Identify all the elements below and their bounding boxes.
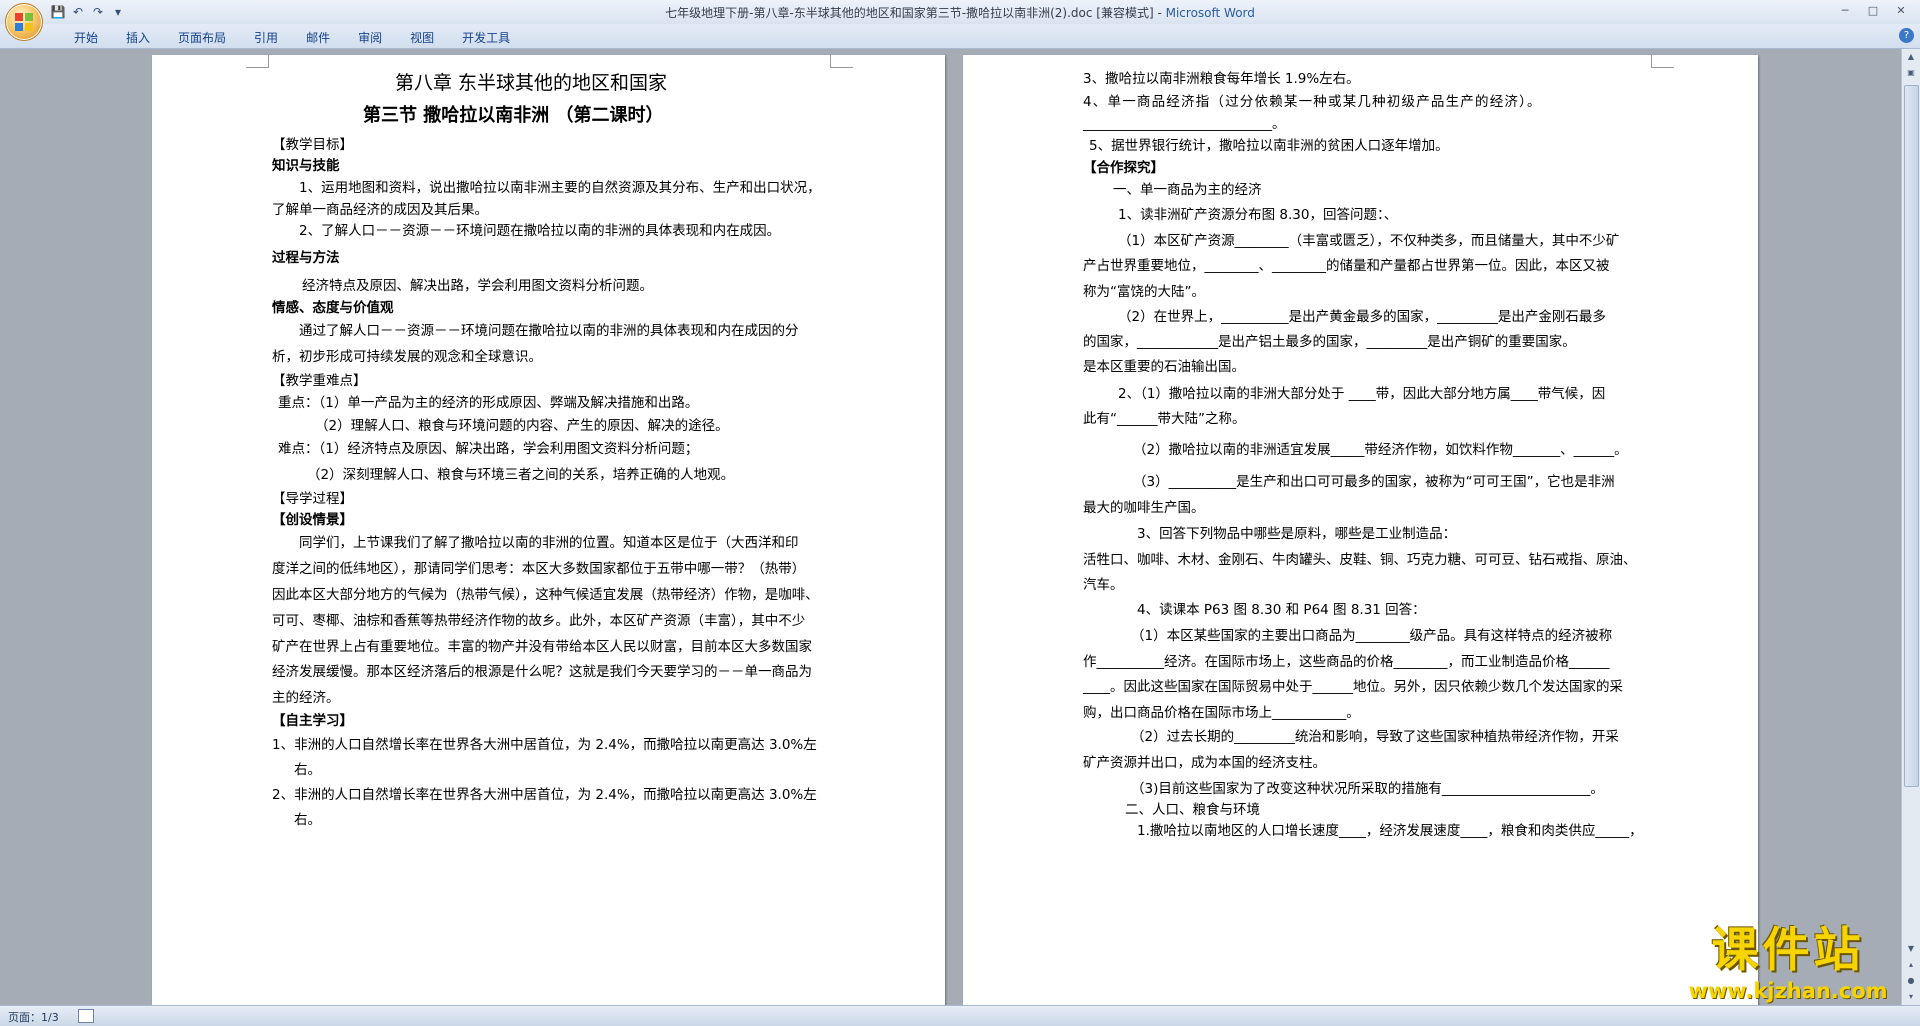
text-line: 3、回答下列物品中哪些是原料，哪些是工业制造品： [1137, 526, 1457, 542]
text-line: 1、读非洲矿产资源分布图 8.30，回答问题：、 [1118, 207, 1398, 223]
text-line: 一、单一商品为主的经济 [1113, 182, 1262, 198]
heading-scenario: 【创设情景】 [272, 512, 353, 528]
text-line: 同学们，上节课我们了解了撒哈拉以南的非洲的位置。知道本区是位于（大西洋和印 [299, 535, 799, 551]
text-line: （2）过去长期的_________统治和影响，导致了这些国家种植热带经济作物，开… [1131, 729, 1619, 745]
text-line: 右。 [294, 812, 321, 828]
text-line: 矿产在世界上占有重要地位。丰富的物产并没有带给本区人民以财富，目前本区大多数国家 [272, 639, 812, 655]
watermark-logo: 课件站 www.kjzhan.com [1668, 922, 1908, 1002]
text-line: 析，初步形成可持续发展的观念和全球意识。 [272, 349, 542, 365]
heading-key-points: 【教学重难点】 [272, 373, 367, 389]
text-line: 主的经济。 [272, 690, 340, 706]
window-controls: ─ □ ✕ [1832, 2, 1914, 20]
text-line: 二、人口、粮食与环境 [1125, 802, 1260, 818]
text-line: 汽车。 [1083, 577, 1124, 593]
window-title: 七年级地理下册-第八章-东半球其他的地区和国家第三节-撒哈拉以南非洲(2).do… [0, 4, 1920, 21]
text-line: 的国家，____________是出产铝土最多的国家，_________是出产铜… [1083, 334, 1576, 350]
tab-developer[interactable]: 开发工具 [448, 29, 524, 46]
text-line: （1）本区矿产资源________（丰富或匮乏），不仅种类多，而且储量大，其中不… [1118, 233, 1620, 249]
text-line: 2、（1）撒哈拉以南的非洲大部分处于 ____带，因此大部分地方属____带气候… [1118, 386, 1606, 402]
text-line: 1、运用地图和资料，说出撒哈拉以南非洲主要的自然资源及其分布、生产和出口状况， [299, 180, 821, 196]
text-line: 矿产资源并出口，成为本国的经济支柱。 [1083, 755, 1326, 771]
tab-home[interactable]: 开始 [60, 29, 112, 46]
scroll-up-icon[interactable]: ▲ [1902, 49, 1920, 65]
page-left[interactable]: 第八章 东半球其他的地区和国家 第三节 撒哈拉以南非洲 （第二课时） 【教学目标… [152, 55, 945, 1005]
left-page-content[interactable]: 第八章 东半球其他的地区和国家 第三节 撒哈拉以南非洲 （第二课时） 【教学目标… [152, 55, 945, 1005]
proofing-icon[interactable] [78, 1009, 94, 1023]
text-line: 度洋之间的低纬地区），那请同学们思考：本区大多数国家都位于五带中哪一带？（热带） [272, 561, 806, 577]
text-line: 5、据世界银行统计，撒哈拉以南非洲的贫困人口逐年增加。 [1089, 138, 1449, 154]
heading-attitude: 情感、态度与价值观 [272, 300, 394, 316]
text-line: 了解单一商品经济的成因及其后果。 [272, 202, 488, 218]
text-line: 最大的咖啡生产国。 [1083, 500, 1205, 516]
heading-objectives: 【教学目标】 [272, 137, 353, 153]
status-bar: 页面：1/3 [0, 1005, 1920, 1026]
text-line: （3)目前这些国家为了改变这种状况所采取的措施有________________… [1131, 781, 1604, 797]
office-logo-icon [15, 13, 33, 31]
text-line: 经济发展缓慢。那本区经济落后的根源是什么呢？这就是我们今天要学习的－－单一商品为 [272, 664, 812, 680]
text-line: 此有“______带大陆”之称。 [1083, 411, 1246, 427]
text-line: 活牲口、咖啡、木材、金刚石、牛肉罐头、皮鞋、铜、巧克力糖、可可豆、钻石戒指、原油… [1083, 552, 1637, 568]
section-title: 第三节 撒哈拉以南非洲 （第二课时） [363, 105, 664, 126]
help-icon[interactable]: ? [1899, 28, 1914, 43]
tab-review[interactable]: 审阅 [344, 29, 396, 46]
page-count[interactable]: 页面：1/3 [8, 1009, 59, 1025]
text-line: 购，出口商品价格在国际市场上___________。 [1083, 705, 1360, 721]
text-line: 称为“富饶的大陆”。 [1083, 284, 1205, 300]
ruler-toggle-icon[interactable]: ▣ [1902, 65, 1920, 81]
heading-knowledge: 知识与技能 [272, 158, 340, 174]
text-line: （1）本区某些国家的主要出口商品为________级产品。具有这样特点的经济被称 [1131, 628, 1613, 644]
right-page-content[interactable]: 3、撒哈拉以南非洲粮食每年增长 1.9%左右。 4、单一商品经济指（过分依赖某一… [963, 55, 1758, 1005]
document-title: 七年级地理下册-第八章-东半球其他的地区和国家第三节-撒哈拉以南非洲(2).do… [665, 6, 1166, 20]
page-right[interactable]: 3、撒哈拉以南非洲粮食每年增长 1.9%左右。 4、单一商品经济指（过分依赖某一… [963, 55, 1758, 1005]
text-line: 1.撒哈拉以南地区的人口增长速度____，经济发展速度____，粮食和肉类供应_… [1137, 823, 1643, 839]
text-line: 3、撒哈拉以南非洲粮食每年增长 1.9%左右。 [1083, 71, 1360, 87]
minimize-icon[interactable]: ─ [1832, 2, 1858, 20]
heading-process: 过程与方法 [272, 250, 340, 266]
text-line: 1、非洲的人口自然增长率在世界各大洲中居首位，为 2.4%，而撒哈拉以南更高达 … [272, 737, 817, 753]
text-line: （2）深刻理解人口、粮食与环境三者之间的关系，培养正确的人地观。 [307, 467, 735, 483]
text-line: （2）理解人口、粮食与环境问题的内容、产生的原因、解决的途径。 [315, 418, 729, 434]
text-line: 可可、枣椰、油棕和香蕉等热带经济作物的故乡。此外，本区矿产资源（丰富），其中不少 [272, 613, 806, 629]
heading-guide: 【导学过程】 [272, 491, 353, 507]
office-button[interactable] [5, 3, 43, 41]
close-icon[interactable]: ✕ [1888, 2, 1914, 20]
tab-view[interactable]: 视图 [396, 29, 448, 46]
scroll-thumb[interactable] [1904, 85, 1919, 787]
text-line: 产占世界重要地位，________、________的储量和产量都占世界第一位。… [1083, 258, 1610, 274]
text-line: 4、读课本 P63 图 8.30 和 P64 图 8.31 回答： [1137, 602, 1426, 618]
title-bar: 💾 ↶ ↷ ▾ 七年级地理下册-第八章-东半球其他的地区和国家第三节-撒哈拉以南… [0, 0, 1920, 41]
chapter-title: 第八章 东半球其他的地区和国家 [395, 72, 668, 94]
watermark-title: 课件站 [1711, 923, 1865, 978]
text-line: 4、单一商品经济指（过分依赖某一种或某几种初级产品生产的经济）。 [1083, 94, 1542, 110]
text-line: 是本区重要的石油输出国。 [1083, 359, 1245, 375]
text-line: 通过了解人口－－资源－－环境问题在撒哈拉以南的非洲的具体表现和内在成因的分 [299, 323, 799, 339]
vertical-scrollbar[interactable]: ▲ ▣ ▼ ▴ ● ▾ [1901, 49, 1920, 1005]
text-line: 作__________经济。在国际市场上，这些商品的价格________，而工业… [1083, 654, 1610, 670]
text-line: ____。因此这些国家在国际贸易中处于______地位。另外，因只依赖少数几个发… [1083, 679, 1623, 695]
document-area[interactable]: 第八章 东半球其他的地区和国家 第三节 撒哈拉以南非洲 （第二课时） 【教学目标… [0, 49, 1902, 1005]
ribbon-tabs: 开始 插入 页面布局 引用 邮件 审阅 视图 开发工具 [60, 29, 524, 46]
text-line: 因此本区大部分地方的气候为（热带气候），这种气候适宜发展（热带经济）作物，是咖啡… [272, 587, 819, 603]
tab-mailings[interactable]: 邮件 [292, 29, 344, 46]
text-line: 2、了解人口－－资源－－环境问题在撒哈拉以南的非洲的具体表现和内在成因。 [299, 223, 781, 239]
text-line: 经济特点及原因、解决出路，学会利用图文资料分析问题。 [302, 278, 653, 294]
heading-self-study: 【自主学习】 [272, 713, 353, 729]
text-line: 右。 [294, 762, 321, 778]
tab-insert[interactable]: 插入 [112, 29, 164, 46]
heading-cooperation: 【合作探究】 [1083, 160, 1164, 176]
ribbon: 开始 插入 页面布局 引用 邮件 审阅 视图 开发工具 ? [0, 24, 1920, 49]
text-line: 2、非洲的人口自然增长率在世界各大洲中居首位，为 2.4%，而撒哈拉以南更高达 … [272, 787, 817, 803]
text-line: （2）撒哈拉以南的非洲适宜发展_____带经济作物，如饮料作物_______、_… [1133, 442, 1628, 458]
text-line: ____________________________。 [1083, 116, 1286, 132]
tab-page-layout[interactable]: 页面布局 [164, 29, 240, 46]
app-name: Microsoft Word [1165, 6, 1255, 20]
watermark-url: www.kjzhan.com [1688, 979, 1888, 1003]
text-line: 难点：（1）经济特点及原因、解决出路，学会利用图文资料分析问题； [278, 441, 699, 457]
text-line: （3）__________是生产和出口可可最多的国家，被称为“可可王国”，它也是… [1133, 474, 1615, 490]
maximize-icon[interactable]: □ [1860, 2, 1886, 20]
text-line: （2）在世界上，__________是出产黄金最多的国家，_________是出… [1118, 309, 1606, 325]
text-line: 重点：（1）单一产品为主的经济的形成原因、弊端及解决措施和出路。 [278, 395, 699, 411]
tab-references[interactable]: 引用 [240, 29, 292, 46]
